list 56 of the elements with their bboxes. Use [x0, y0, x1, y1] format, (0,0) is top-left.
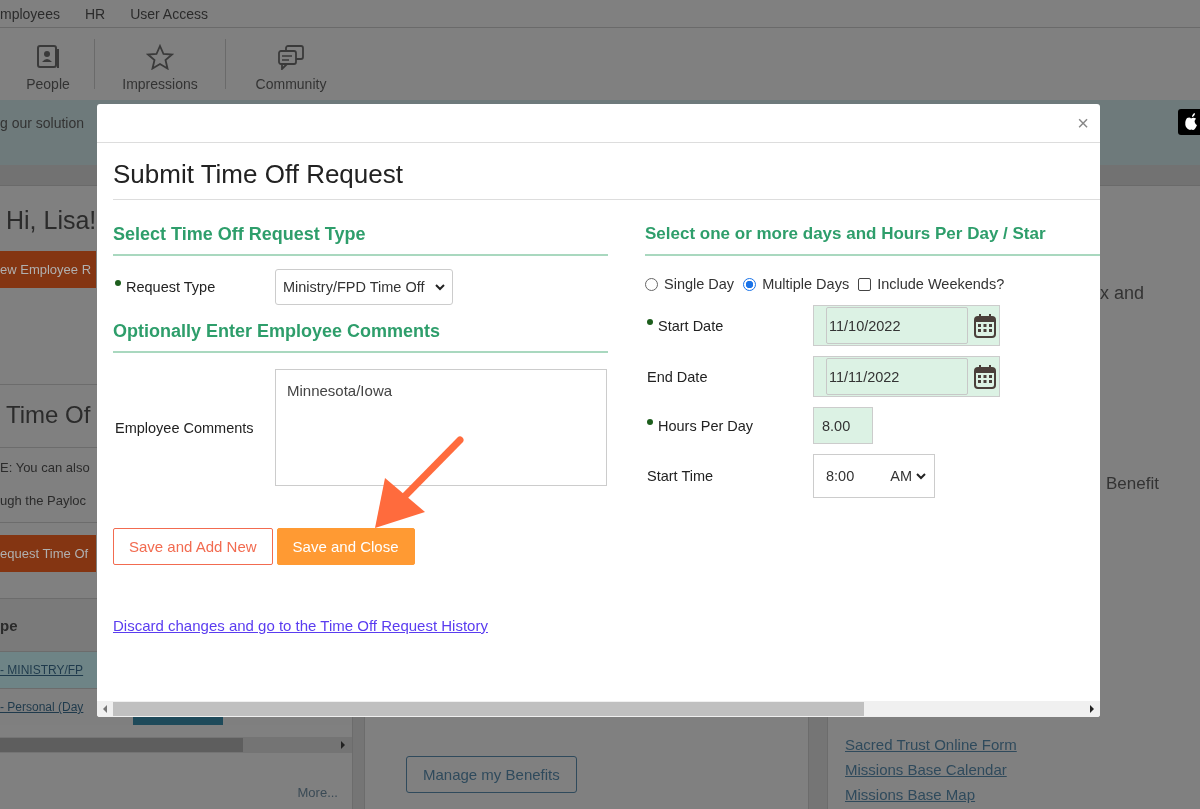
- panel-text: x and: [1100, 283, 1145, 304]
- row-link[interactable]: - MINISTRY/FP: [0, 663, 84, 677]
- section-heading: Optionally Enter Employee Comments: [113, 321, 608, 353]
- field-label: Start Time: [646, 468, 715, 484]
- radio-option[interactable]: Multiple Days: [743, 276, 850, 292]
- start-time-select[interactable]: 8:00 AM: [813, 454, 935, 498]
- checkbox-option[interactable]: Include Weekends?: [858, 276, 1005, 292]
- greeting: Hi, Lisa!: [6, 206, 97, 235]
- nav-link[interactable]: HR: [84, 5, 106, 22]
- chat-bubbles-icon: [277, 44, 305, 70]
- field-label: Hours Per Day: [645, 417, 813, 434]
- toolbar-item[interactable]: Community: [226, 36, 356, 92]
- row-link[interactable]: - Personal (Day: [0, 700, 84, 714]
- toolbar-item[interactable]: People: [2, 36, 94, 92]
- resource-link[interactable]: Missions Base Map: [845, 784, 1017, 805]
- field-label: Start Date: [645, 317, 813, 334]
- section-heading: Select one or more days and Hours Per Day / Star: [645, 224, 1100, 256]
- star-icon: [146, 44, 174, 70]
- apple-icon[interactable]: [1178, 109, 1200, 135]
- calendar-icon[interactable]: [974, 364, 996, 389]
- scrollbar[interactable]: [97, 701, 1100, 717]
- nav-link[interactable]: mployees: [0, 5, 60, 22]
- field-label: End Date: [646, 368, 709, 385]
- caret-icon: [916, 472, 926, 480]
- request-type-select[interactable]: Ministry/FPD Time Off: [275, 269, 453, 305]
- new-employee-button[interactable]: ew Employee R: [0, 251, 96, 288]
- radio-option[interactable]: Single Day: [645, 276, 735, 292]
- calendar-icon[interactable]: [974, 313, 996, 338]
- panel-text: Benefit: [1106, 474, 1159, 494]
- comments-field[interactable]: Minnesota/Iowa: [275, 369, 607, 486]
- note-text: ugh the Payloc: [0, 493, 86, 508]
- toolbar-item[interactable]: Impressions: [95, 36, 225, 92]
- scroll-left-icon[interactable]: [102, 705, 108, 713]
- field-label: Employee Comments: [114, 419, 255, 436]
- banner-text: g our solution: [0, 115, 85, 131]
- section-heading: Select Time Off Request Type: [113, 224, 608, 256]
- note-text: E: You can also: [0, 460, 90, 475]
- caret-icon: [435, 283, 445, 291]
- date-field[interactable]: 11/10/2022: [826, 307, 968, 344]
- resource-link[interactable]: Missions Base Calendar: [845, 759, 1017, 780]
- field-label: Request Type: [113, 279, 275, 295]
- resource-link[interactable]: Sacred Trust Online Form: [845, 734, 1017, 755]
- manage-benefits-button[interactable]: Manage my Benefits: [406, 756, 577, 793]
- nav-link[interactable]: User Access: [130, 5, 208, 22]
- scrollbar[interactable]: [0, 737, 352, 753]
- save-close-button[interactable]: Save and Close: [276, 528, 415, 565]
- section-title: Time Of: [6, 401, 91, 429]
- save-add-button[interactable]: Save and Add New: [113, 528, 273, 565]
- date-field[interactable]: 11/11/2022: [826, 358, 968, 395]
- request-time-off-button[interactable]: equest Time Of: [0, 535, 96, 572]
- scroll-right-icon[interactable]: [1089, 705, 1095, 713]
- dialog-title: Submit Time Off Request: [113, 143, 1100, 200]
- more-link[interactable]: More...: [297, 785, 338, 800]
- hours-field[interactable]: 8.00: [813, 407, 873, 444]
- contact-card-icon: [35, 44, 61, 70]
- close-button[interactable]: ×: [1077, 113, 1089, 133]
